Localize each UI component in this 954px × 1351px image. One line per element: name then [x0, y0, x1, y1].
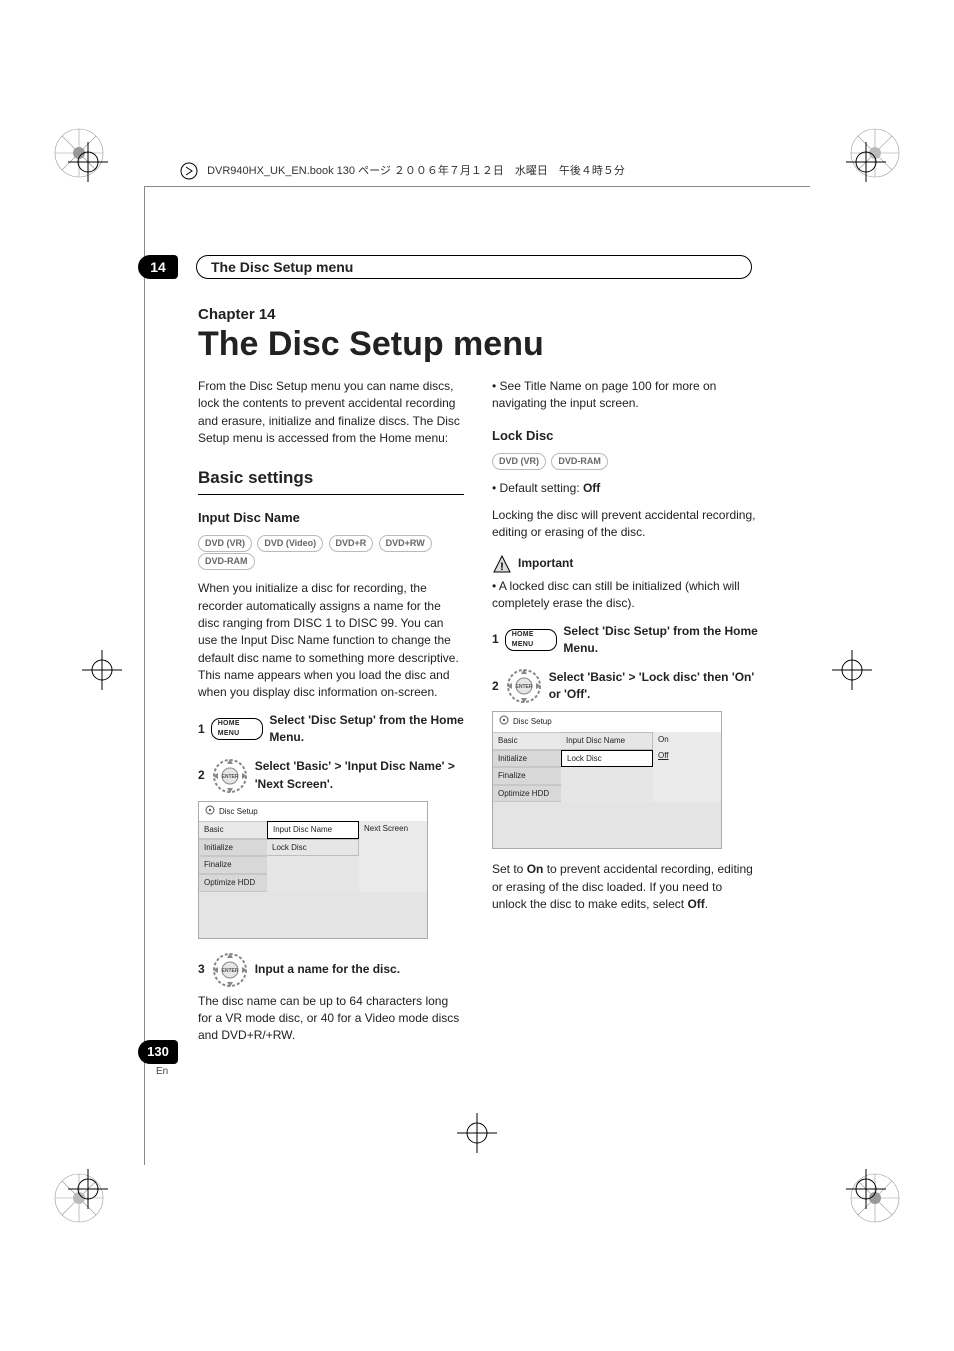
crop-line — [144, 186, 145, 1165]
format-badge: DVD+RW — [379, 535, 432, 552]
step-number: 3 — [198, 961, 205, 978]
disc-setup-icon — [205, 805, 215, 819]
registration-mark-icon — [80, 648, 124, 692]
step-number: 2 — [492, 678, 499, 695]
format-badges: DVD (VR) DVD-RAM — [492, 452, 758, 470]
set-on-paragraph: Set to On to prevent accidental recordin… — [492, 861, 758, 913]
menu-sidebar-item: Basic — [493, 732, 561, 750]
menu-sidebar-item: Finalize — [199, 856, 267, 874]
page-number-badge: 130 — [138, 1040, 178, 1064]
menu-sidebar-item: Optimize HDD — [493, 785, 561, 803]
chapter-number-badge: 14 — [138, 255, 178, 279]
input-disc-name-paragraph: When you initialize a disc for recording… — [198, 580, 464, 702]
menu-sidebar-item: Basic — [199, 821, 267, 839]
enter-dpad-icon: ENTER — [211, 757, 249, 795]
menu-mid-item: Lock Disc — [561, 750, 653, 768]
registration-mark-icon — [455, 1111, 499, 1155]
step-3-paragraph: The disc name can be up to 64 characters… — [198, 993, 464, 1045]
menu-mid-item: Lock Disc — [267, 839, 359, 857]
registration-mark-icon — [844, 140, 888, 184]
menu-option: On — [653, 732, 721, 748]
step-2: 2 ENTER Select 'Basic' > 'Input Disc Nam… — [198, 757, 464, 795]
step-text: Select 'Basic' > 'Input Disc Name' > 'Ne… — [255, 758, 464, 793]
step-number: 1 — [198, 721, 205, 738]
menu-mid-item: Input Disc Name — [267, 821, 359, 839]
format-badge: DVD (VR) — [492, 453, 546, 470]
step-number: 2 — [198, 767, 205, 784]
registration-mark-icon — [844, 1167, 888, 1211]
lock-disc-paragraph: Locking the disc will prevent accidental… — [492, 507, 758, 542]
step-2-lock: 2 ENTER Select 'Basic' > 'Lock disc' the… — [492, 667, 758, 705]
format-badge: DVD (VR) — [198, 535, 252, 552]
page-title: The Disc Setup menu — [198, 325, 758, 364]
enter-dpad-icon: ENTER — [505, 667, 543, 705]
default-setting-label: Default setting: — [500, 481, 580, 495]
book-file-line: DVR940HX_UK_EN.book 130 ページ ２００６年７月１２日 水… — [180, 162, 625, 180]
intro-paragraph: From the Disc Setup menu you can name di… — [198, 378, 464, 448]
menu-mid-item: Input Disc Name — [561, 732, 653, 750]
enter-dpad-icon: ENTER — [211, 951, 249, 989]
step-text: Input a name for the disc. — [255, 961, 400, 978]
menu-screenshot-lock-disc: Disc Setup Basic Initialize Finalize Opt… — [492, 711, 722, 849]
format-badges: DVD (VR) DVD (Video) DVD+R DVD+RW DVD-RA… — [198, 534, 464, 570]
menu-title: Disc Setup — [513, 716, 552, 728]
subsection-input-disc-name: Input Disc Name — [198, 509, 464, 528]
crop-line — [144, 186, 810, 187]
menu-sidebar-item: Finalize — [493, 767, 561, 785]
important-bullet: A locked disc can still be initialized (… — [492, 579, 740, 610]
step-1: 1 HOME MENU Select 'Disc Setup' from the… — [198, 712, 464, 747]
format-badge: DVD+R — [329, 535, 374, 552]
step-text: Select 'Disc Setup' from the Home Menu. — [269, 712, 464, 747]
default-setting-value: Off — [583, 481, 600, 495]
page-language-label: En — [156, 1066, 168, 1077]
subsection-lock-disc: Lock Disc — [492, 427, 758, 446]
step-text: Select 'Disc Setup' from the Home Menu. — [563, 623, 758, 658]
svg-text:ENTER: ENTER — [515, 684, 532, 690]
menu-option: Next Screen — [359, 821, 427, 837]
format-badge: DVD-RAM — [198, 553, 255, 570]
menu-screenshot-input-disc-name: Disc Setup Basic Initialize Finalize Opt… — [198, 801, 428, 939]
important-callout: ! Important — [492, 554, 758, 574]
registration-mark-icon — [66, 140, 110, 184]
see-title-name-note: See Title Name on page 100 for more on n… — [492, 379, 716, 410]
svg-text:ENTER: ENTER — [221, 774, 238, 780]
svg-text:!: ! — [500, 561, 504, 573]
section-basic-settings: Basic settings — [198, 466, 464, 496]
format-badge: DVD-RAM — [551, 453, 608, 470]
menu-option-selected: Off — [653, 748, 721, 764]
running-header-title: The Disc Setup menu — [196, 255, 752, 279]
menu-sidebar-item: Initialize — [199, 839, 267, 857]
format-badge: DVD (Video) — [257, 535, 323, 552]
registration-mark-icon — [830, 648, 874, 692]
home-menu-button-icon: HOME MENU — [211, 718, 264, 740]
book-file-text: DVR940HX_UK_EN.book 130 ページ ２００６年７月１２日 水… — [207, 165, 625, 177]
step-1-lock: 1 HOME MENU Select 'Disc Setup' from the… — [492, 623, 758, 658]
svg-text:ENTER: ENTER — [221, 968, 238, 974]
menu-sidebar-item: Optimize HDD — [199, 874, 267, 892]
disc-setup-icon — [499, 715, 509, 729]
book-arrow-icon — [180, 162, 198, 180]
important-label: Important — [518, 555, 573, 572]
menu-title: Disc Setup — [219, 806, 258, 818]
registration-mark-icon — [66, 1167, 110, 1211]
home-menu-button-icon: HOME MENU — [505, 629, 558, 651]
step-number: 1 — [492, 631, 499, 648]
menu-sidebar-item: Initialize — [493, 750, 561, 768]
step-text: Select 'Basic' > 'Lock disc' then 'On' o… — [549, 669, 758, 704]
chapter-label: Chapter 14 — [198, 306, 758, 323]
step-3: 3 ENTER Input a name for the disc. — [198, 951, 464, 989]
warning-triangle-icon: ! — [492, 554, 512, 574]
